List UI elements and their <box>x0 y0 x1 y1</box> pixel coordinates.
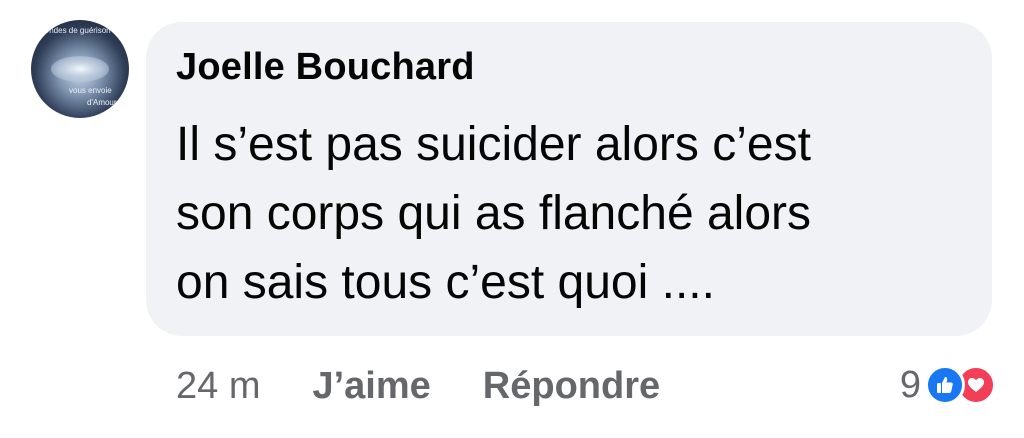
reaction-count: 9 <box>899 363 921 406</box>
avatar[interactable]: Ondes de guérison vous envoie d'Amour <box>31 20 129 118</box>
comment-actions: 24 m J’aime Répondre <box>176 362 712 410</box>
comment-text: Il s’est pas suicider alors c’est son co… <box>176 118 812 309</box>
reply-button[interactable]: Répondre <box>483 365 660 408</box>
comment-timestamp[interactable]: 24 m <box>176 365 260 408</box>
avatar-caption-bottom2: d'Amour <box>87 98 117 107</box>
avatar-image-glow <box>51 56 109 82</box>
avatar-caption-top: Ondes de guérison <box>43 26 111 35</box>
reactions-summary[interactable]: 9 <box>900 362 996 408</box>
like-icon <box>925 365 965 405</box>
comment-bubble: Joelle Bouchard Il s’est pas suicider al… <box>146 22 992 336</box>
comment-author[interactable]: Joelle Bouchard <box>176 46 475 89</box>
avatar-caption-bottom: vous envoie <box>69 86 112 95</box>
like-button[interactable]: J’aime <box>312 365 430 408</box>
